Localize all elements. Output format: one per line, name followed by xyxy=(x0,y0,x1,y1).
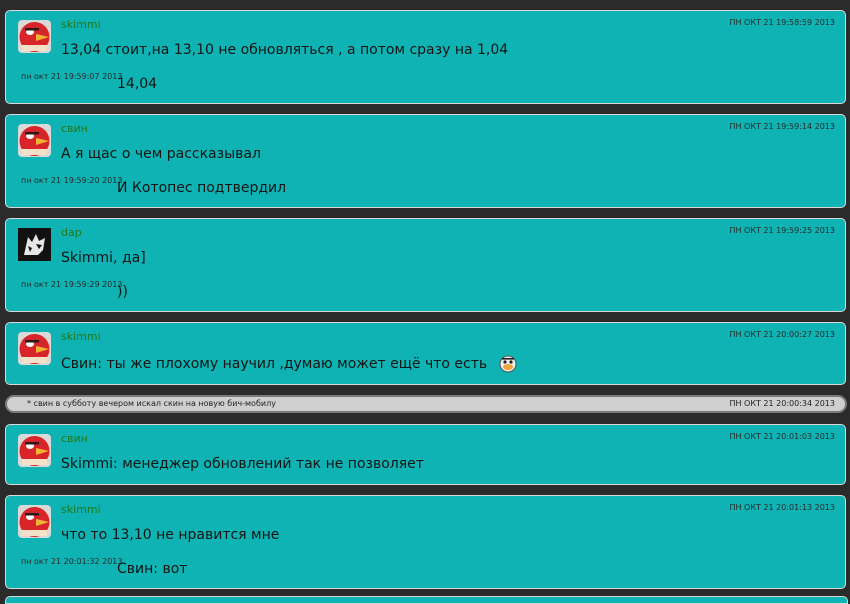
angry-bird-avatar-icon[interactable] xyxy=(18,20,51,53)
angry-bird-avatar-icon[interactable] xyxy=(18,434,51,467)
angry-bird-smiley-icon xyxy=(499,355,517,373)
followup-text: И Котопес подтвердил xyxy=(117,180,287,196)
message-timestamp: ПН ОКТ 21 20:01:03 2013 xyxy=(729,432,835,441)
action-message: * свин в субботу вечером искал скин на н… xyxy=(5,395,847,413)
angry-bird-avatar-icon[interactable] xyxy=(18,332,51,365)
followup-timestamp: пн окт 21 20:01:32 2013 xyxy=(21,557,123,566)
message-nick[interactable]: свин xyxy=(61,432,88,445)
message-text: что то 13,10 не нравится мне xyxy=(61,527,280,543)
message-nick[interactable]: skimmi xyxy=(61,18,101,31)
chat-message: skimmi ПН ОКТ 21 20:00:27 2013 Свин: ты … xyxy=(5,322,846,385)
chat-feed: skimmi ПН ОКТ 21 19:58:59 2013 13,04 сто… xyxy=(0,0,850,604)
message-nick[interactable]: свин xyxy=(61,122,88,135)
message-timestamp: ПН ОКТ 21 19:58:59 2013 xyxy=(729,18,835,27)
followup-text: Свин: вот xyxy=(117,561,188,577)
wolf-avatar-icon[interactable] xyxy=(18,228,51,261)
message-timestamp: ПН ОКТ 21 20:01:13 2013 xyxy=(729,503,835,512)
chat-message: свин ПН ОКТ 21 20:01:03 2013 Skimmi: мен… xyxy=(5,424,846,485)
chat-message: dap ПН ОКТ 21 19:59:25 2013 Skimmi, да] … xyxy=(5,218,846,312)
followup-text: 14,04 xyxy=(117,76,158,92)
message-timestamp: ПН ОКТ 21 19:59:14 2013 xyxy=(729,122,835,131)
chat-message: skimmi ПН ОКТ 21 19:58:59 2013 13,04 сто… xyxy=(5,10,846,104)
angry-bird-avatar-icon[interactable] xyxy=(18,124,51,157)
followup-timestamp: пн окт 21 19:59:07 2013 xyxy=(21,72,123,81)
action-text: * свин в субботу вечером искал скин на н… xyxy=(27,399,276,408)
action-timestamp: ПН ОКТ 21 20:00:34 2013 xyxy=(729,399,835,408)
message-text: Skimmi, да] xyxy=(61,250,146,266)
message-nick[interactable]: skimmi xyxy=(61,330,101,343)
followup-timestamp: пн окт 21 19:59:29 2013 xyxy=(21,280,123,289)
angry-bird-avatar-icon[interactable] xyxy=(18,505,51,538)
message-text: Skimmi: менеджер обновлений так не позво… xyxy=(61,456,424,472)
chat-message: свин ПН ОКТ 21 19:59:14 2013 А я щас о ч… xyxy=(5,114,846,208)
message-text: 13,04 стоит,на 13,10 не обновляться , а … xyxy=(61,42,509,58)
message-text: А я щас о чем рассказывал xyxy=(61,146,261,162)
message-timestamp: ПН ОКТ 21 19:59:25 2013 xyxy=(729,226,835,235)
next-message-edge xyxy=(5,596,848,604)
message-timestamp: ПН ОКТ 21 20:00:27 2013 xyxy=(729,330,835,339)
followup-text: )) xyxy=(117,284,128,300)
followup-timestamp: пн окт 21 19:59:20 2013 xyxy=(21,176,123,185)
message-nick[interactable]: skimmi xyxy=(61,503,101,516)
message-text-row: Свин: ты же плохому научил ,думаю может … xyxy=(61,354,518,374)
chat-message: skimmi ПН ОКТ 21 20:01:13 2013 что то 13… xyxy=(5,495,846,589)
message-nick[interactable]: dap xyxy=(61,226,82,239)
message-text: Свин: ты же плохому научил ,думаю может … xyxy=(61,356,488,372)
